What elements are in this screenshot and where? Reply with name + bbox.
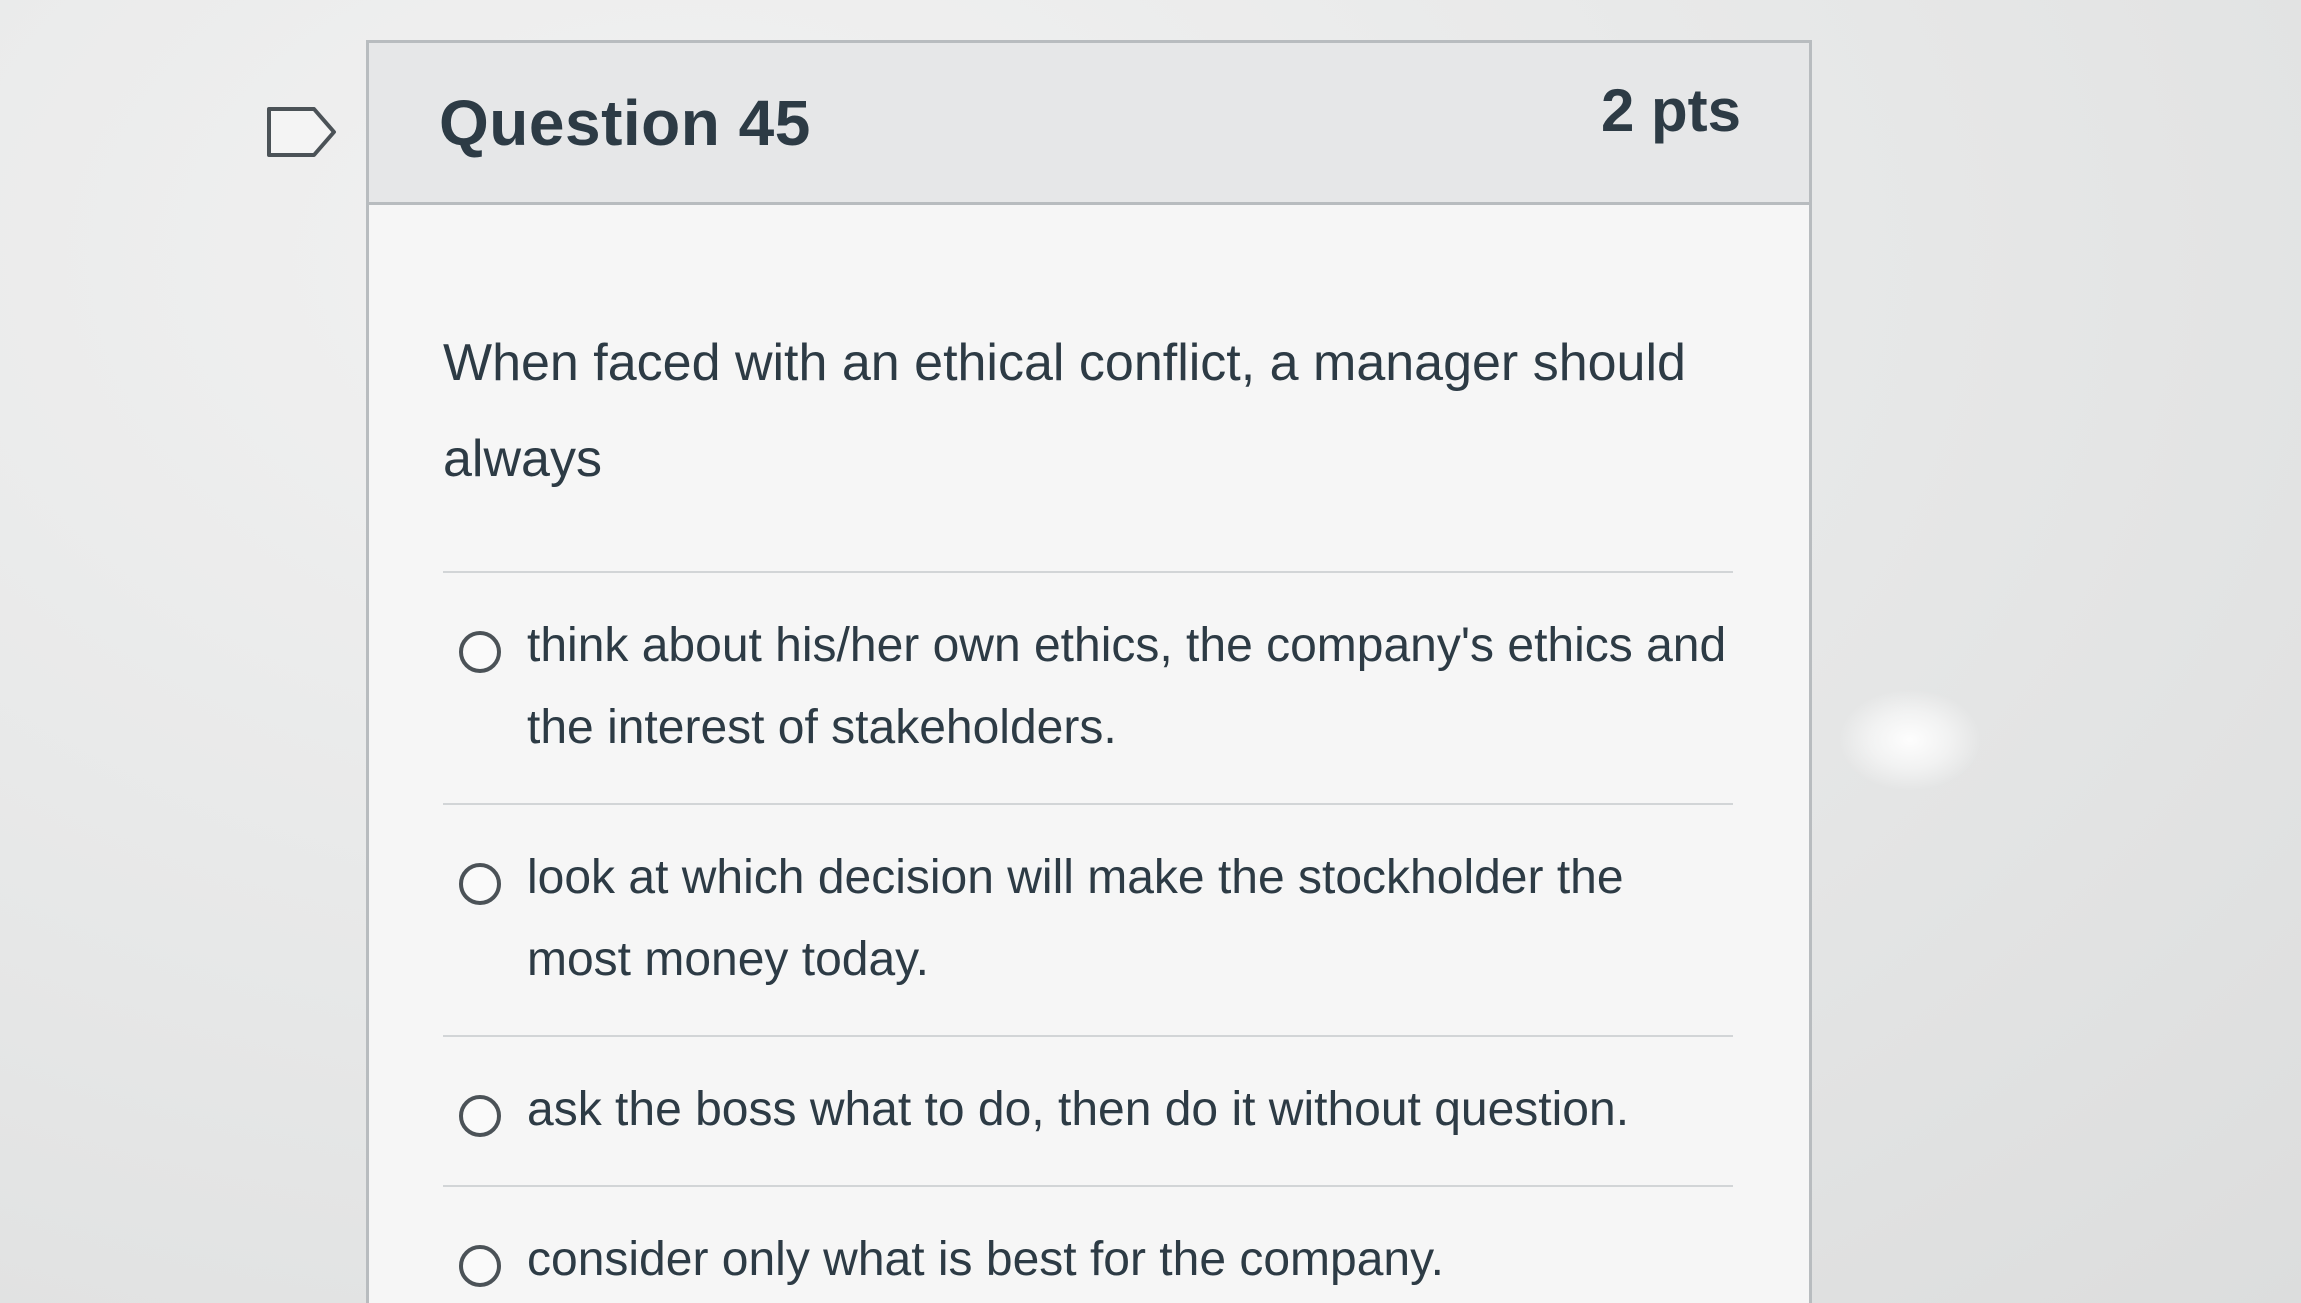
answer-label: consider only what is best for the compa… bbox=[527, 1233, 1444, 1286]
quiz-page: Question 45 2 pts When faced with an eth… bbox=[0, 0, 2301, 1303]
radio-button-icon[interactable] bbox=[459, 863, 501, 905]
question-card: Question 45 2 pts When faced with an eth… bbox=[366, 40, 1812, 1303]
bookmark-flag-icon[interactable] bbox=[266, 106, 338, 158]
answer-label: ask the boss what to do, then do it with… bbox=[527, 1083, 1630, 1136]
question-body: When faced with an ethical conflict, a m… bbox=[369, 205, 1809, 1303]
question-title: Question 45 bbox=[439, 86, 811, 159]
answer-label: think about his/her own ethics, the comp… bbox=[527, 619, 1727, 754]
radio-button-icon[interactable] bbox=[459, 1095, 501, 1137]
question-text: When faced with an ethical conflict, a m… bbox=[443, 334, 1686, 488]
radio-button-icon[interactable] bbox=[459, 1245, 501, 1287]
question-header: Question 45 2 pts bbox=[369, 43, 1809, 205]
answer-list: think about his/her own ethics, the comp… bbox=[443, 571, 1733, 1303]
answer-option[interactable]: think about his/her own ethics, the comp… bbox=[443, 573, 1733, 805]
radio-button-icon[interactable] bbox=[459, 631, 501, 673]
answer-option[interactable]: look at which decision will make the sto… bbox=[443, 805, 1733, 1037]
answer-label: look at which decision will make the sto… bbox=[527, 851, 1624, 986]
answer-option[interactable]: ask the boss what to do, then do it with… bbox=[443, 1037, 1733, 1187]
answer-option[interactable]: consider only what is best for the compa… bbox=[443, 1187, 1733, 1303]
screen-glare bbox=[1840, 690, 1980, 790]
question-points: 2 pts bbox=[1600, 77, 1741, 144]
